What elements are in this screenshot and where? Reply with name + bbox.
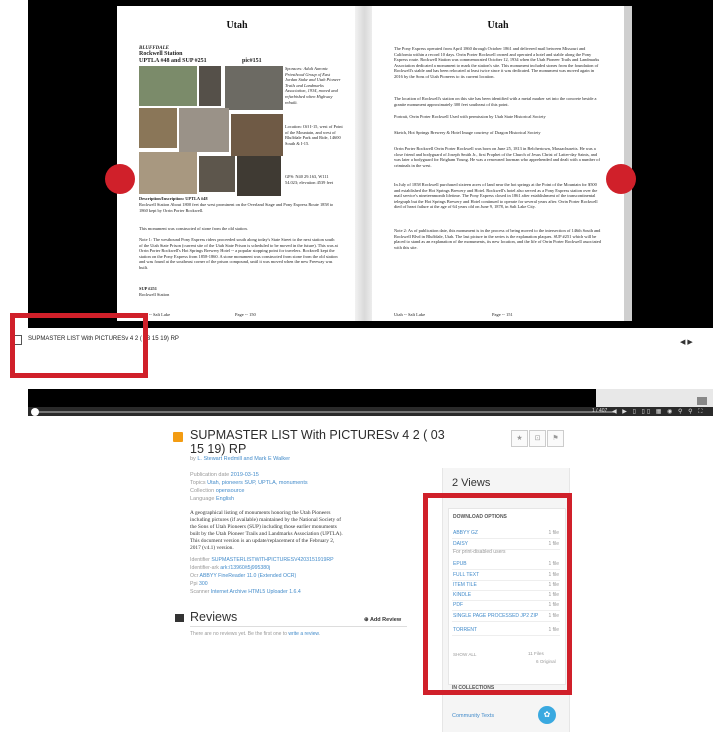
page-scrubber-handle[interactable]	[31, 408, 39, 416]
next-arrow-icon[interactable]: ▶	[687, 339, 692, 346]
station-codes: UPTLA #48 and SUP #251	[139, 58, 207, 64]
gps-text: GPS: N40 29.163, W111 54.023; elevation …	[285, 174, 334, 185]
sponsors-text: Sponsors: Adult Aaronic Priesthood Group…	[285, 66, 341, 105]
ocr: Ocr ABBYY FineReader 11.0 (Extended OCR)	[190, 573, 296, 579]
reader-nav: ◀ ▶	[680, 338, 693, 346]
add-review-label: Add Review	[369, 617, 402, 623]
paragraph-note-2: Note 2: As of publication date, this mon…	[394, 228, 601, 250]
viewer-controls-icon[interactable]: ◀ ▶ ▯ ▯▯ ▦ ◉ ⚲ ⚲ ⛶	[612, 408, 704, 416]
scanner: Scanner Internet Archive HTML5 Uploader …	[190, 589, 301, 595]
ppi: Ppi 300	[190, 581, 208, 587]
ocr-value: ABBYY FineReader 11.0 (Extended OCR)	[199, 573, 297, 579]
location-text: Location: Off I-15, west of Point of the…	[285, 124, 343, 146]
no-reviews-text: There are no reviews yet. Be the first o…	[190, 631, 320, 637]
topics-link[interactable]: Utah, pioneers SUP, UPTLA, monuments	[207, 480, 307, 486]
highlight-box-title	[10, 313, 148, 378]
book-page-left[interactable]: Utah BLUFFDALE Rockwell Station UPTLA #4…	[117, 6, 357, 321]
book-icon	[173, 432, 183, 442]
collection: Collection opensource	[190, 488, 244, 494]
inscription-heading: Description/Inscription: UPTLA #48	[139, 196, 208, 201]
label: Scanner	[190, 589, 211, 595]
topics: Topics Utah, pioneers SUP, UPTLA, monume…	[190, 480, 308, 486]
community-texts-link[interactable]: Community Texts	[452, 713, 494, 719]
photo-trees	[139, 152, 197, 194]
viewer-frame-edge	[596, 389, 713, 407]
paragraph-hot-springs: In July of 1858 Rockwell purchased sixte…	[394, 182, 598, 210]
next-page-hotspot[interactable]	[606, 164, 636, 194]
ark-link[interactable]: ark:/13960/t5j995380j	[220, 565, 270, 571]
moved-text: This monument was constructed of stone f…	[139, 226, 248, 231]
community-texts-icon[interactable]: ✿	[538, 706, 556, 724]
language-link[interactable]: English	[216, 496, 234, 502]
item-author: by L. Stewart Redmill and Mark E Walker	[190, 456, 290, 462]
prev-page-hotspot[interactable]	[105, 164, 135, 194]
publication-date: Publication date 2019-03-15	[190, 472, 259, 478]
label: Collection	[190, 488, 216, 494]
identifier: Identifier SUPMASTERLISTWITHPICTURESV420…	[190, 557, 334, 563]
page-counter: 1 / 407	[592, 408, 608, 414]
photo-stone-detail	[231, 114, 283, 156]
photo-marker-close	[139, 108, 177, 148]
station-name: Rockwell Station	[139, 51, 183, 57]
photo-plaque	[199, 66, 221, 106]
paragraph-location: The location of Rockwell's station on th…	[394, 96, 597, 107]
text: .	[318, 631, 321, 637]
label: Topics	[190, 480, 208, 486]
pic-number: pic#151	[242, 58, 262, 64]
divider	[190, 626, 407, 627]
flag-button[interactable]: ⚑	[547, 430, 564, 447]
sup-station: Rockwell Station	[139, 292, 170, 297]
page-scrubber[interactable]	[34, 411, 614, 413]
paragraph-pony-express: The Pony Express operated from April 186…	[394, 46, 600, 79]
book-page-right[interactable]: Utah The Pony Express operated from Apri…	[372, 6, 624, 321]
add-review-button[interactable]: ⊕ Add Review	[364, 617, 401, 623]
sup-number: SUP #251	[139, 286, 157, 291]
page-footer-location: Utah -- Salt Lake	[394, 312, 426, 317]
label: Publication date	[190, 472, 231, 478]
paragraph-rockwell-bio: Orrin Porter Rockwell Orrin Porter Rockw…	[394, 146, 600, 168]
page-title: Utah	[226, 20, 248, 31]
comment-icon	[175, 614, 184, 622]
identifier-ark: Identifier-ark ark:/13960/t5j995380j	[190, 565, 270, 571]
page-edge	[624, 6, 632, 321]
author-link[interactable]: L. Stewart Redmill and Mark E Walker	[197, 456, 290, 462]
note-1-text: Note 1: The westbound Pony Express rider…	[139, 237, 338, 270]
share-button[interactable]: ⊡	[529, 430, 546, 447]
language: Language English	[190, 496, 234, 502]
photo-stone-monument	[225, 66, 283, 110]
views-count: 2 Views	[452, 477, 491, 489]
write-review-link[interactable]: write a review	[288, 631, 318, 637]
label: Identifier-ark	[190, 565, 221, 571]
favorite-button[interactable]: ★	[511, 430, 528, 447]
book-reader: Utah BLUFFDALE Rockwell Station UPTLA #4…	[0, 0, 715, 378]
inscription-text: Rockwell Station About 1800 feet due wes…	[139, 202, 334, 213]
page-title: Utah	[487, 20, 509, 31]
photo-monument-field	[139, 66, 197, 106]
paragraph-sketch-credit: Sketch, Hot Springs Brewery & Hotel Imag…	[394, 130, 541, 135]
label: Ocr	[190, 573, 200, 579]
page-footer-number: Page -- 151	[492, 312, 513, 317]
publication-date-link[interactable]: 2019-03-15	[231, 472, 259, 478]
highlight-box-downloads	[423, 493, 572, 695]
ppi-value: 300	[198, 581, 208, 587]
label: Ppi	[190, 581, 199, 587]
reviews-heading: Reviews	[190, 610, 238, 624]
photo-round-plaque	[179, 108, 229, 152]
item-description: A geographical listing of monuments hono…	[190, 510, 343, 551]
photo-plaques-pair	[237, 156, 281, 196]
item-title: SUPMASTER LIST With PICTURESv 4 2 ( 03 1…	[190, 428, 445, 456]
label: Language	[190, 496, 216, 502]
scanner-value: Internet Archive HTML5 Uploader 1.6.4	[210, 589, 301, 595]
label: Identifier	[190, 557, 212, 563]
paragraph-portrait-credit: Portrait, Orrin Porter Rockwell Used wit…	[394, 114, 546, 119]
toggle-toolbar-icon[interactable]	[697, 397, 707, 405]
identifier-value: SUPMASTERLISTWITHPICTURESV4203151919RP	[211, 557, 334, 563]
page-footer-number: Page -- 150	[235, 312, 256, 317]
collection-link[interactable]: opensource	[216, 488, 245, 494]
prev-arrow-icon[interactable]: ◀	[680, 339, 685, 346]
photo-sign	[199, 156, 235, 192]
text: There are no reviews yet. Be the first o…	[190, 631, 289, 637]
